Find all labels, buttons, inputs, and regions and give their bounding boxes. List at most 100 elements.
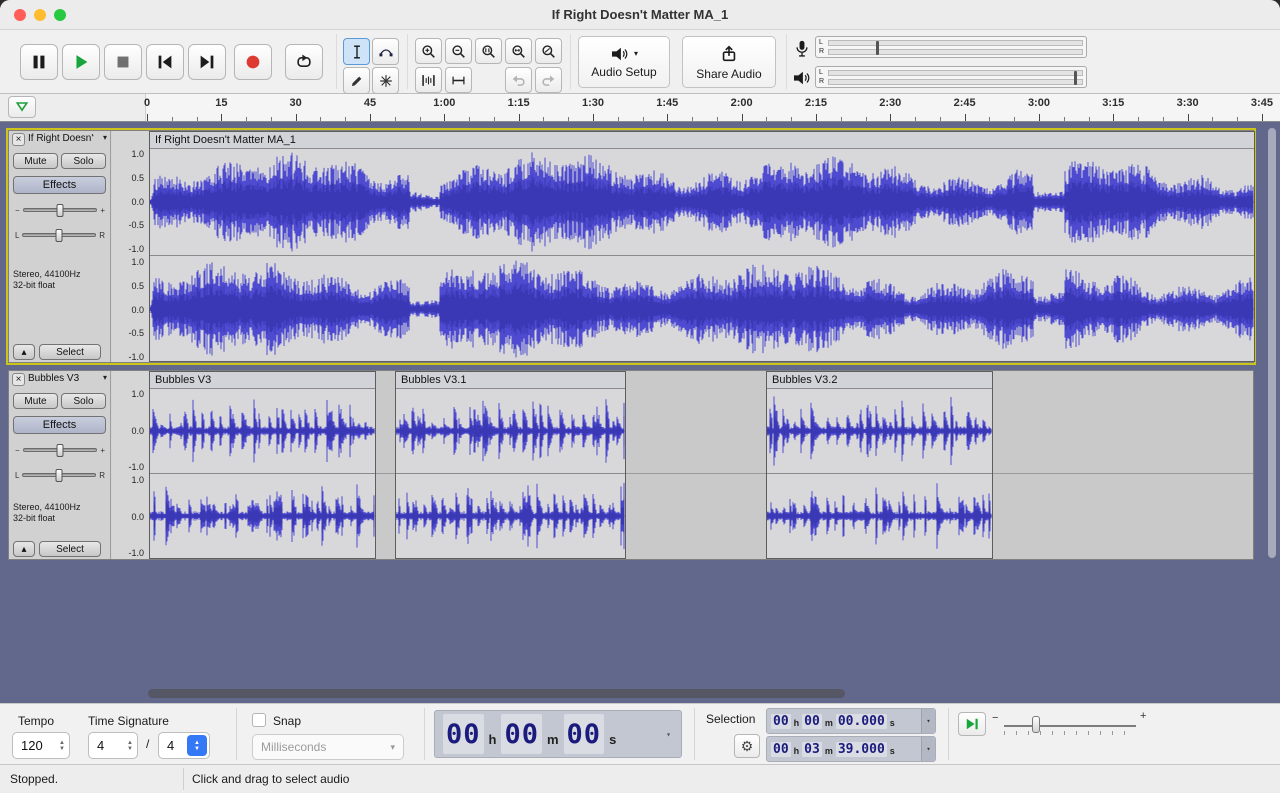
close-track-button[interactable]: × xyxy=(12,373,25,386)
snap-checkbox[interactable] xyxy=(252,713,266,727)
timeline-ruler[interactable]: 01530451:001:151:301:452:002:152:302:453… xyxy=(0,94,1280,122)
clip-title-bar[interactable]: Bubbles V3.2 xyxy=(767,372,992,389)
play-at-speed-button[interactable] xyxy=(958,712,986,736)
timeline-options-button[interactable] xyxy=(8,96,36,118)
pan-slider-thumb[interactable] xyxy=(56,229,63,242)
audio-clip[interactable]: If Right Doesn't Matter MA_1 xyxy=(149,131,1255,362)
track-name[interactable]: Bubbles V3 xyxy=(28,373,94,386)
skip-to-end-button[interactable] xyxy=(188,44,226,80)
track-1-clip-area[interactable]: If Right Doesn't Matter MA_1 xyxy=(149,131,1253,362)
selection-settings-button[interactable]: ⚙ xyxy=(734,734,760,758)
gain-slider-thumb[interactable] xyxy=(57,204,64,217)
selection-tool-button[interactable] xyxy=(343,38,370,65)
pan-right-label: R xyxy=(99,231,105,240)
effects-button[interactable]: Effects xyxy=(13,176,106,194)
gain-plus-label: + xyxy=(100,446,105,455)
snap-mode-dropdown[interactable]: Milliseconds ▾ xyxy=(252,734,404,760)
playback-meter[interactable]: L R xyxy=(815,66,1087,88)
mute-button[interactable]: Mute xyxy=(13,393,58,409)
pan-slider[interactable]: L R xyxy=(15,468,105,482)
audio-position-display[interactable]: 00 h 00 m 00 s ▾ xyxy=(434,710,682,758)
scale-label: 0.0 xyxy=(131,305,144,315)
envelope-tool-button[interactable] xyxy=(372,38,399,65)
select-caret-icon[interactable]: ▲▼ xyxy=(187,735,207,756)
recording-meter[interactable]: L R xyxy=(815,36,1087,58)
track-2-clip-area[interactable]: Bubbles V3 Bubbles V3.1 Bubbles V3.2 xyxy=(149,371,1253,559)
stepper-arrows[interactable]: ▲▼ xyxy=(127,740,133,752)
horizontal-scrollbar[interactable] xyxy=(148,689,845,698)
waveform-channel-right[interactable] xyxy=(150,474,375,558)
waveform-channel-right[interactable] xyxy=(396,474,625,558)
stepper-arrows[interactable]: ▲▼ xyxy=(59,740,65,752)
track-menu-caret-icon[interactable]: ▾ xyxy=(103,373,107,382)
gain-minus-label: − xyxy=(15,206,20,215)
record-button[interactable] xyxy=(234,44,272,80)
track-area[interactable]: × If Right Doesn't Matter MA_1 ▾ Mute So… xyxy=(0,122,1280,703)
speed-minus-label[interactable]: − xyxy=(992,712,998,724)
zoom-in-button[interactable] xyxy=(415,38,442,64)
trim-audio-button[interactable] xyxy=(415,67,442,93)
speed-plus-label[interactable]: + xyxy=(1140,710,1146,722)
pinned-head-icon xyxy=(14,100,30,114)
collapse-track-button[interactable]: ▴ xyxy=(13,344,35,360)
undo-button[interactable] xyxy=(505,67,532,93)
tempo-input[interactable]: 120 ▲▼ xyxy=(12,732,70,759)
time-signature-upper-input[interactable]: 4 ▲▼ xyxy=(88,732,138,759)
multi-tool-button[interactable] xyxy=(372,67,399,94)
clip-title-bar[interactable]: Bubbles V3.1 xyxy=(396,372,625,389)
clip-title-bar[interactable]: If Right Doesn't Matter MA_1 xyxy=(150,132,1254,149)
play-button[interactable] xyxy=(62,44,100,80)
mute-button[interactable]: Mute xyxy=(13,153,58,169)
audio-clip[interactable]: Bubbles V3 xyxy=(149,371,376,559)
track-1-vertical-ruler[interactable]: 1.0 0.5 0.0 -0.5 -1.0 1.0 0.5 0.0 -0.5 -… xyxy=(112,131,149,362)
silence-audio-button[interactable] xyxy=(445,67,472,93)
selection-start-field[interactable]: 00 h 00 m 00.000 s ▾ xyxy=(766,708,936,734)
chevron-down-icon[interactable]: ▾ xyxy=(666,730,671,739)
collapse-track-button[interactable]: ▴ xyxy=(13,541,35,557)
pan-slider-thumb[interactable] xyxy=(56,469,63,482)
pause-button[interactable] xyxy=(20,44,58,80)
track-2-vertical-ruler[interactable]: 1.0 0.0 -1.0 1.0 0.0 -1.0 xyxy=(112,371,149,559)
gain-slider-thumb[interactable] xyxy=(57,444,64,457)
vertical-scrollbar-thumb[interactable] xyxy=(1268,128,1276,558)
gain-slider[interactable]: − + xyxy=(15,203,105,217)
selection-end-field[interactable]: 00 h 03 m 39.000 s ▾ xyxy=(766,736,936,762)
fit-selection-button[interactable] xyxy=(475,38,502,64)
skip-to-start-button[interactable] xyxy=(146,44,184,80)
solo-button[interactable]: Solo xyxy=(61,393,106,409)
track-name[interactable]: If Right Doesn't Matter MA_1 xyxy=(28,133,94,146)
fit-project-button[interactable] xyxy=(505,38,532,64)
gain-slider[interactable]: − + xyxy=(15,443,105,457)
vertical-scrollbar[interactable] xyxy=(1266,126,1278,696)
select-track-button[interactable]: Select xyxy=(39,344,101,360)
waveform-channel-right[interactable] xyxy=(150,256,1254,362)
share-audio-button[interactable]: Share Audio xyxy=(682,36,776,88)
waveform-channel-right[interactable] xyxy=(767,474,992,558)
track-menu-caret-icon[interactable]: ▾ xyxy=(103,133,107,142)
play-speed-slider[interactable] xyxy=(1004,725,1136,727)
timeline-ticks[interactable]: 01530451:001:151:301:452:002:152:302:453… xyxy=(147,94,1263,121)
chevron-down-icon[interactable]: ▾ xyxy=(921,737,935,761)
waveform-channel-left[interactable] xyxy=(396,389,625,473)
redo-button[interactable] xyxy=(535,67,562,93)
waveform-channel-left[interactable] xyxy=(150,149,1254,255)
time-signature-lower-select[interactable]: 4 ▲▼ xyxy=(158,732,210,759)
close-track-button[interactable]: × xyxy=(12,133,25,146)
zoom-toggle-button[interactable] xyxy=(535,38,562,64)
chevron-down-icon[interactable]: ▾ xyxy=(921,709,935,733)
solo-button[interactable]: Solo xyxy=(61,153,106,169)
zoom-out-button[interactable] xyxy=(445,38,472,64)
pan-slider[interactable]: L R xyxy=(15,228,105,242)
audio-setup-button[interactable]: ▾ Audio Setup xyxy=(578,36,670,88)
effects-button[interactable]: Effects xyxy=(13,416,106,434)
waveform-channel-left[interactable] xyxy=(767,389,992,473)
audio-clip[interactable]: Bubbles V3.1 xyxy=(395,371,626,559)
pan-slider-track xyxy=(22,473,96,477)
clip-title-bar[interactable]: Bubbles V3 xyxy=(150,372,375,389)
select-track-button[interactable]: Select xyxy=(39,541,101,557)
draw-tool-button[interactable] xyxy=(343,67,370,94)
stop-button[interactable] xyxy=(104,44,142,80)
waveform-channel-left[interactable] xyxy=(150,389,375,473)
audio-clip[interactable]: Bubbles V3.2 xyxy=(766,371,993,559)
loop-button[interactable] xyxy=(285,44,323,80)
